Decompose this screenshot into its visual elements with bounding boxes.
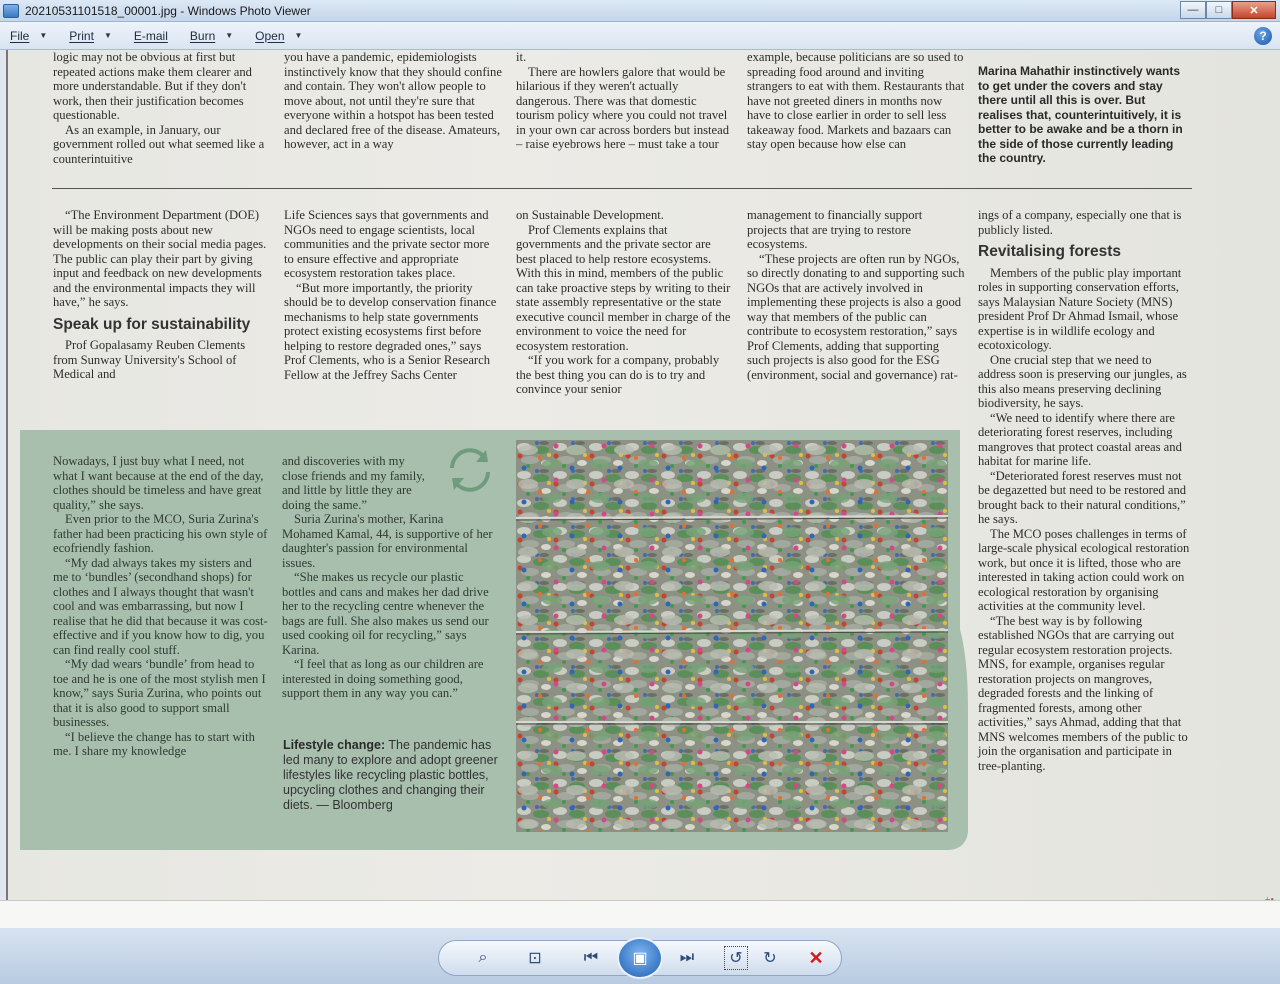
mid-column-1: “The Environment Department (DOE) will b… [53,208,268,382]
paragraph: Even prior to the MCO, Suria Zurina's fa… [53,512,268,555]
mid-column-2: Life Sciences says that governments and … [284,208,502,382]
paragraph: As an example, in January, our governmen… [53,122,265,166]
menu-file[interactable]: File ▼ [10,29,47,43]
paragraph: Suria Zurina's mother, Karina Mohamed Ka… [282,512,493,570]
slideshow-button[interactable]: ▣ [617,937,663,979]
delete-button[interactable]: ✕ [804,946,828,970]
chevron-down-icon: ▼ [294,31,303,40]
paragraph: “If you work for a company, probably the… [516,353,720,396]
menu-open-label: Open [255,28,285,43]
paragraph: “I believe the change has to start with … [53,729,255,759]
paragraph: “We need to identify where there are det… [978,410,1182,469]
help-icon[interactable]: ? [1254,27,1272,45]
paragraph: management to financially support projec… [747,208,923,251]
paragraph: “The best way is by following establishe… [978,613,1188,773]
paragraph: “My dad wears ‘bundle’ from head to toe … [53,657,266,729]
window-title: 20210531101518_00001.jpg - Windows Photo… [25,3,311,18]
top-column-2: you have a pandemic, epidemiologists ins… [284,50,502,152]
viewer-bottom-edge [0,900,1280,928]
menu-burn[interactable]: Burn ▼ [190,29,233,43]
paragraph: you have a pandemic, epidemiologists ins… [284,50,502,151]
section-heading: Revitalising forests [978,243,1121,260]
paragraph: and discoveries with my close friends an… [282,454,425,512]
zoom-button[interactable]: ⌕ [466,946,500,970]
green-column-1: Nowadays, I just buy what I need, not wh… [53,454,268,759]
right-column: ings of a company, especially one that i… [978,208,1192,773]
menu-file-label: File [10,28,30,43]
paragraph: Prof Gopalasamy Reuben Clements from Sun… [53,338,246,381]
top-column-4: example, because politicians are so used… [747,50,965,152]
photo-caption: Lifestyle change: The pandemic has led m… [283,738,503,813]
previous-button[interactable]: ⏮ [576,946,606,970]
menu-print-label: Print [69,28,94,43]
paragraph: on Sustainable Development. [516,208,664,222]
paragraph: Prof Clements explains that governments … [516,222,731,353]
paragraph: The MCO poses challenges in terms of lar… [978,526,1190,614]
pull-quote: Marina Mahathir instinctively wants to g… [978,64,1183,165]
close-button[interactable]: ✕ [1232,1,1276,19]
mid-column-4: management to financially support projec… [747,208,965,382]
caption-lead: Lifestyle change: [283,738,386,752]
rotate-counterclockwise-button[interactable]: ↺ [724,946,748,970]
menu-email-label: E-mail [133,28,168,43]
paragraph: Life Sciences says that governments and … [284,208,490,280]
top-column-1: logic may not be obvious at first but re… [53,50,268,166]
paragraph: “These projects are often run by NGOs, s… [747,251,965,382]
menu-burn-label: Burn [189,28,216,43]
menu-print[interactable]: Print ▼ [69,29,112,43]
next-button[interactable]: ⏭ [672,946,702,970]
paragraph: logic may not be obvious at first but re… [53,50,252,122]
menu-email[interactable]: E-mail [134,29,168,43]
paragraph: Members of the public play important rol… [978,265,1182,353]
paragraph: “I feel that as long as our children are… [282,657,484,700]
recycle-icon [450,448,490,492]
menu-open[interactable]: Open ▼ [255,29,302,43]
mid-column-3: on Sustainable Development. Prof Clement… [516,208,734,397]
paragraph: “My dad always takes my sisters and me t… [53,555,268,657]
chevron-down-icon: ▼ [225,31,234,40]
maximize-button[interactable]: □ [1206,1,1232,19]
paragraph: “Deteriorated forest reserves must not b… [978,468,1187,527]
chevron-down-icon: ▼ [103,31,112,40]
paragraph: “The Environment Department (DOE) will b… [53,208,267,309]
window-controls: — □ ✕ [1180,1,1276,19]
image-viewport[interactable]: logic may not be obvious at first but re… [6,50,1280,900]
section-heading: Speak up for sustainability [53,315,251,333]
paragraph: One crucial step that we need to address… [978,352,1187,411]
paragraph: ings of a company, especially one that i… [978,208,1182,237]
minimize-button[interactable]: — [1180,1,1206,19]
rotate-clockwise-button[interactable]: ↻ [758,946,782,970]
actual-size-button[interactable]: ⊡ [522,946,548,970]
top-column-3: it. There are howlers galore that would … [516,50,734,152]
divider [52,188,1192,189]
menu-bar: File ▼ Print ▼ E-mail Burn ▼ Open ▼ [0,22,1280,50]
paragraph: example, because politicians are so used… [747,50,965,151]
photo-viewer-icon [3,3,19,18]
title-bar: 20210531101518_00001.jpg - Windows Photo… [0,0,1280,22]
paragraph: Nowadays, I just buy what I need, not wh… [53,454,264,512]
paragraph: “She makes us recycle our plastic bottle… [282,570,489,657]
recycled-bottles-photo [516,440,948,832]
scanned-newspaper-image: logic may not be obvious at first but re… [8,50,1280,900]
paragraph: it. [516,50,527,64]
chevron-down-icon: ▼ [39,31,48,40]
paragraph: “But more importantly, the priority shou… [284,280,497,382]
paragraph: There are howlers galore that would be h… [516,64,729,152]
